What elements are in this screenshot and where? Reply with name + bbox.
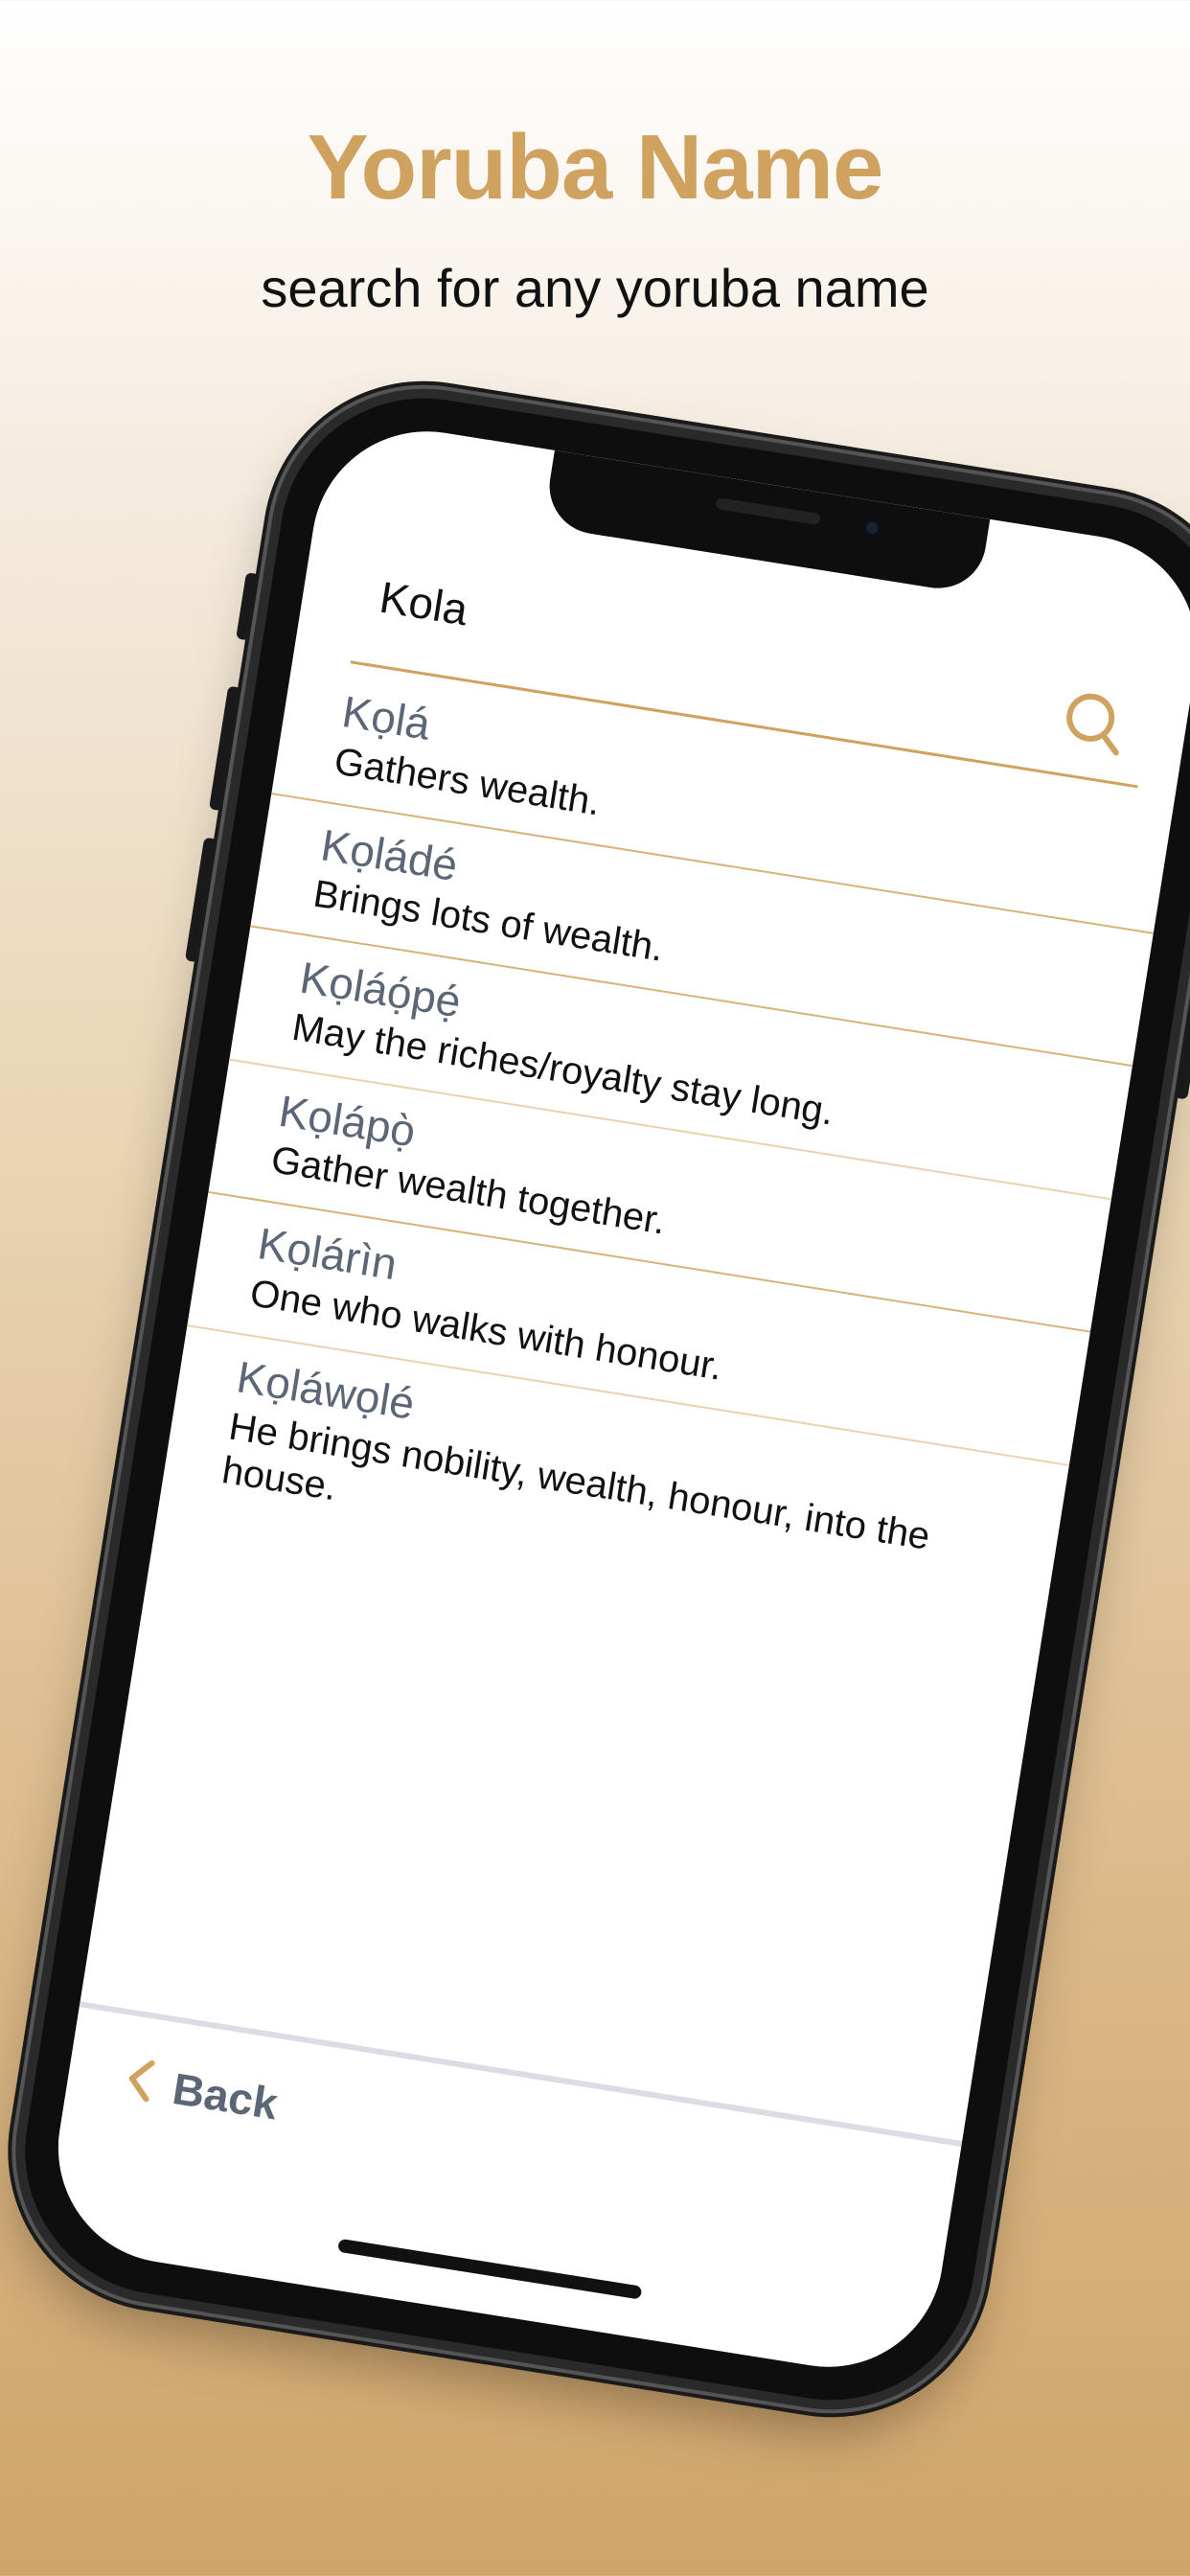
search-input[interactable]: Kola [377,571,471,636]
search-icon[interactable] [1056,685,1133,762]
home-indicator[interactable] [337,2238,643,2300]
front-camera [860,517,883,540]
app-screen: Kola Kọlá Gathers wealth. Kọládé Brings … [41,414,1190,2384]
phone-mockup: Kola Kọlá Gathers wealth. Kọládé Brings … [4,378,1190,2421]
phone-volume-up-button [208,685,242,812]
back-button[interactable]: Back [122,2054,282,2129]
results-list: Kọlá Gathers wealth. Kọládé Brings lots … [159,660,1175,1641]
speaker-grille [715,497,821,526]
phone-silent-switch [236,572,260,641]
back-label: Back [169,2062,282,2129]
phone-volume-down-button [184,837,218,963]
promo-subtitle: search for any yoruba name [261,258,929,318]
bottom-nav-bar: Back [57,2001,963,2289]
promo-title: Yoruba Name [307,116,884,218]
chevron-left-icon [122,2054,158,2110]
